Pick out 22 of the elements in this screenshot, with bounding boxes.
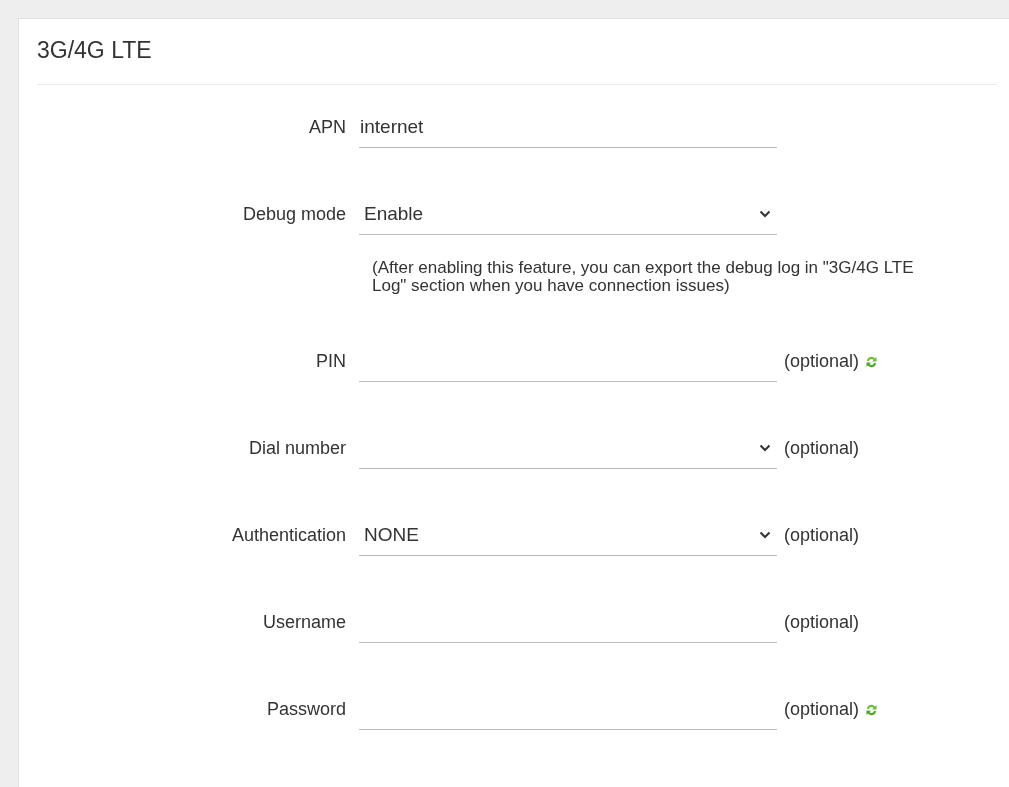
optional-hint: (optional) <box>784 611 860 634</box>
optional-hint: (optional) <box>784 437 860 460</box>
field-label: Dial number <box>248 438 346 458</box>
field-label: Password <box>266 699 346 719</box>
chevron-down-icon <box>759 210 771 218</box>
chevron-down-icon <box>759 444 771 452</box>
optional-hint: (optional) <box>784 524 860 547</box>
refresh-icon[interactable] <box>865 354 879 369</box>
input-field[interactable]: internet <box>359 107 777 148</box>
section-title: 3G/4G LTE <box>37 36 152 65</box>
dropdown[interactable]: Enable <box>359 194 777 235</box>
field-label: PIN <box>316 351 346 371</box>
optional-hint: (optional) <box>784 350 860 373</box>
chevron-down-icon <box>759 531 771 539</box>
field-label: Username <box>262 612 346 632</box>
dropdown[interactable]: NONE <box>359 515 777 556</box>
field-label: APN <box>309 117 346 137</box>
field-label: Debug mode <box>242 204 346 224</box>
refresh-icon[interactable] <box>865 702 879 717</box>
optional-hint: (optional) <box>784 698 860 721</box>
help-text: (After enabling this feature, you can export the debug log in "3G/4G LTE Log" section when you have connection issues) <box>372 258 915 295</box>
field-label: Authentication <box>231 525 346 545</box>
